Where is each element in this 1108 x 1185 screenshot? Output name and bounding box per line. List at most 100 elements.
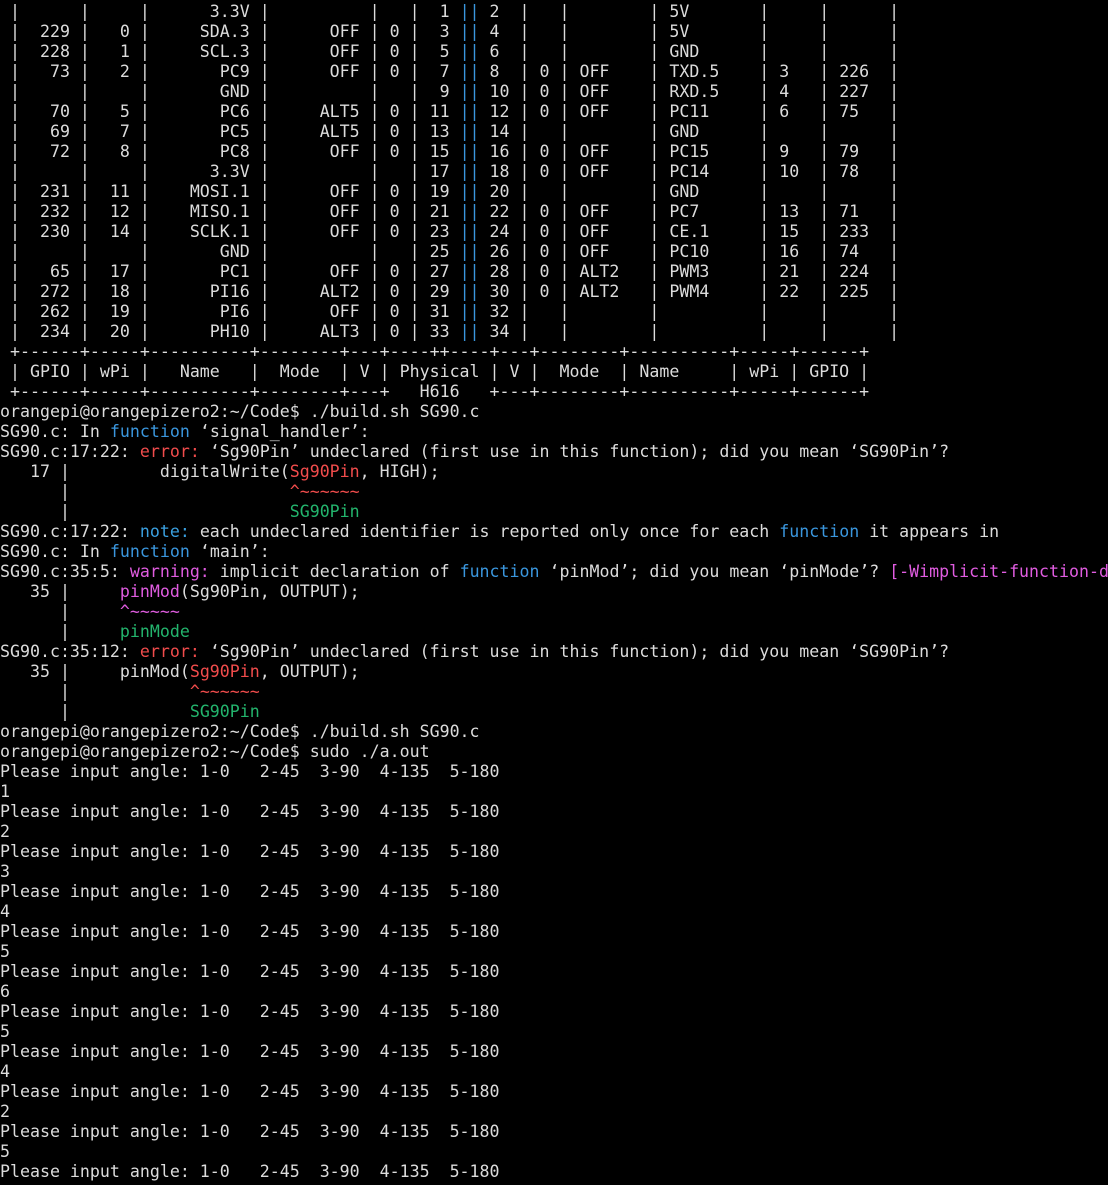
- terminal-line: orangepi@orangepizero2:~/Code$ ./build.s…: [0, 402, 1108, 422]
- terminal-text: |: [0, 682, 190, 701]
- terminal-text: ||: [459, 82, 480, 101]
- terminal-text: |: [0, 702, 190, 721]
- terminal-text: | 228 | 1 | SCL.3 | OFF | 0 | 5: [0, 42, 460, 61]
- terminal-output[interactable]: | | | 3.3V | | | 1 || 2 | | | 5V | | | |…: [0, 0, 1108, 1185]
- terminal-line: 2: [0, 822, 1108, 842]
- terminal-text: 26 | 0 | OFF | PC10 | 16 | 74 |: [479, 242, 900, 261]
- terminal-text: Please input angle: 1-0 2-45 3-90 4-135 …: [0, 962, 500, 981]
- terminal-text: warning:: [129, 562, 210, 581]
- terminal-text: SG90Pin: [189, 702, 260, 721]
- terminal-line: Please input angle: 1-0 2-45 3-90 4-135 …: [0, 1122, 1108, 1142]
- terminal-text: | 272 | 18 | PI16 | ALT2 | 0 | 29: [0, 282, 460, 301]
- terminal-text: ||: [459, 62, 480, 81]
- terminal-text: ‘signal_handler’:: [189, 422, 370, 441]
- terminal-text: 35 | pinMod(: [0, 662, 190, 681]
- terminal-text: Please input angle: 1-0 2-45 3-90 4-135 …: [0, 1162, 500, 1181]
- terminal-text: 32 | | | | | |: [479, 302, 900, 321]
- terminal-text: Sg90Pin: [289, 462, 360, 481]
- terminal-text: | 72 | 8 | PC8 | OFF | 0 | 15: [0, 142, 460, 161]
- terminal-text: 2: [0, 1102, 10, 1121]
- terminal-line: Please input angle: 1-0 2-45 3-90 4-135 …: [0, 1162, 1108, 1182]
- terminal-line: | | | 3.3V | | | 1 || 2 | | | 5V | | |: [0, 2, 1108, 22]
- terminal-line: SG90.c:17:22: error: ‘Sg90Pin’ undeclare…: [0, 442, 1108, 462]
- terminal-text: SG90.c: In: [0, 422, 110, 441]
- terminal-text: 14 | | | GND | | |: [479, 122, 900, 141]
- terminal-text: ‘Sg90Pin’ undeclared (first use in this …: [199, 442, 950, 461]
- terminal-text: | 69 | 7 | PC5 | ALT5 | 0 | 13: [0, 122, 460, 141]
- terminal-text: 5: [0, 1022, 10, 1041]
- terminal-text: 4 | | | 5V | | |: [479, 22, 900, 41]
- terminal-text: | 232 | 12 | MISO.1 | OFF | 0 | 21: [0, 202, 460, 221]
- terminal-text: error:: [139, 442, 200, 461]
- terminal-text: 5: [0, 942, 10, 961]
- terminal-text: orangepi@orangepizero2:~/Code$ sudo ./a.…: [0, 742, 430, 761]
- terminal-line: 2: [0, 1102, 1108, 1122]
- terminal-text: 1: [0, 782, 10, 801]
- terminal-text: function: [459, 562, 540, 581]
- terminal-text: | | | 3.3V | | | 17: [0, 162, 460, 181]
- terminal-text: 24 | 0 | OFF | CE.1 | 15 | 233 |: [479, 222, 900, 241]
- terminal-line: 4: [0, 902, 1108, 922]
- terminal-text: SG90.c:17:22:: [0, 522, 140, 541]
- terminal-text: 6: [0, 982, 10, 1001]
- terminal-text: 12 | 0 | OFF | PC11 | 6 | 75 |: [479, 102, 900, 121]
- terminal-text: 20 | | | GND | | |: [479, 182, 900, 201]
- terminal-line: | SG90Pin: [0, 502, 1108, 522]
- terminal-text: | 229 | 0 | SDA.3 | OFF | 0 | 3: [0, 22, 460, 41]
- terminal-text: function: [779, 522, 860, 541]
- terminal-line: 6: [0, 982, 1108, 1002]
- terminal-line: SG90.c:35:5: warning: implicit declarati…: [0, 562, 1108, 582]
- terminal-text: Please input angle: 1-0 2-45 3-90 4-135 …: [0, 1122, 500, 1141]
- terminal-text: |: [0, 622, 120, 641]
- terminal-line: | 70 | 5 | PC6 | ALT5 | 0 | 11 || 12 | 0…: [0, 102, 1108, 122]
- terminal-text: | 262 | 19 | PI6 | OFF | 0 | 31: [0, 302, 460, 321]
- terminal-line: Please input angle: 1-0 2-45 3-90 4-135 …: [0, 802, 1108, 822]
- terminal-text: | 234 | 20 | PH10 | ALT3 | 0 | 33: [0, 322, 460, 341]
- terminal-text: ‘Sg90Pin’ undeclared (first use in this …: [199, 642, 950, 661]
- terminal-line: SG90.c:35:12: error: ‘Sg90Pin’ undeclare…: [0, 642, 1108, 662]
- terminal-text: ||: [459, 122, 480, 141]
- terminal-text: | 65 | 17 | PC1 | OFF | 0 | 27: [0, 262, 460, 281]
- terminal-line: 4: [0, 1062, 1108, 1082]
- terminal-line: | 230 | 14 | SCLK.1 | OFF | 0 | 23 || 24…: [0, 222, 1108, 242]
- terminal-text: ^~~~~~: [119, 602, 180, 621]
- terminal-text: error:: [139, 642, 200, 661]
- terminal-line: | 231 | 11 | MOSI.1 | OFF | 0 | 19 || 20…: [0, 182, 1108, 202]
- terminal-text: , HIGH);: [359, 462, 440, 481]
- terminal-line: Please input angle: 1-0 2-45 3-90 4-135 …: [0, 962, 1108, 982]
- terminal-text: ‘main’:: [189, 542, 270, 561]
- terminal-line: 35 | pinMod(Sg90Pin, OUTPUT);: [0, 662, 1108, 682]
- terminal-line: | | | GND | | | 25 || 26 | 0 | OFF | PC1…: [0, 242, 1108, 262]
- terminal-text: |: [0, 482, 290, 501]
- terminal-text: ||: [459, 162, 480, 181]
- terminal-text: 18 | 0 | OFF | PC14 | 10 | 78 |: [479, 162, 900, 181]
- terminal-line: | pinMode: [0, 622, 1108, 642]
- terminal-text: 16 | 0 | OFF | PC15 | 9 | 79 |: [479, 142, 900, 161]
- terminal-line: | 72 | 8 | PC8 | OFF | 0 | 15 || 16 | 0 …: [0, 142, 1108, 162]
- terminal-text: ||: [459, 2, 480, 21]
- terminal-text: Please input angle: 1-0 2-45 3-90 4-135 …: [0, 842, 500, 861]
- terminal-line: | 234 | 20 | PH10 | ALT3 | 0 | 33 || 34 …: [0, 322, 1108, 342]
- terminal-text: 2 | | | 5V | | |: [479, 2, 900, 21]
- terminal-text: |: [0, 502, 290, 521]
- terminal-line: 3: [0, 862, 1108, 882]
- terminal-text: [-Wimplicit-function-d: [889, 562, 1108, 581]
- terminal-text: note:: [139, 522, 190, 541]
- terminal-text: SG90Pin: [289, 502, 360, 521]
- terminal-text: 8 | 0 | OFF | TXD.5 | 3 | 226 |: [479, 62, 900, 81]
- terminal-line: 5: [0, 1022, 1108, 1042]
- terminal-text: each undeclared identifier is reported o…: [189, 522, 780, 541]
- terminal-line: Please input angle: 1-0 2-45 3-90 4-135 …: [0, 842, 1108, 862]
- terminal-text: ||: [459, 182, 480, 201]
- terminal-text: it appears in: [859, 522, 1000, 541]
- terminal-text: 4: [0, 1062, 10, 1081]
- terminal-line: Please input angle: 1-0 2-45 3-90 4-135 …: [0, 1042, 1108, 1062]
- terminal-line: Please input angle: 1-0 2-45 3-90 4-135 …: [0, 1082, 1108, 1102]
- terminal-text: ^~~~~~~: [289, 482, 360, 501]
- terminal-text: | 230 | 14 | SCLK.1 | OFF | 0 | 23: [0, 222, 460, 241]
- terminal-text: 22 | 0 | OFF | PC7 | 13 | 71 |: [479, 202, 900, 221]
- terminal-text: SG90.c: In: [0, 542, 110, 561]
- terminal-text: 28 | 0 | ALT2 | PWM3 | 21 | 224 |: [479, 262, 900, 281]
- terminal-line: | GPIO | wPi | Name | Mode | V | Physica…: [0, 362, 1108, 382]
- terminal-text: , OUTPUT);: [259, 662, 360, 681]
